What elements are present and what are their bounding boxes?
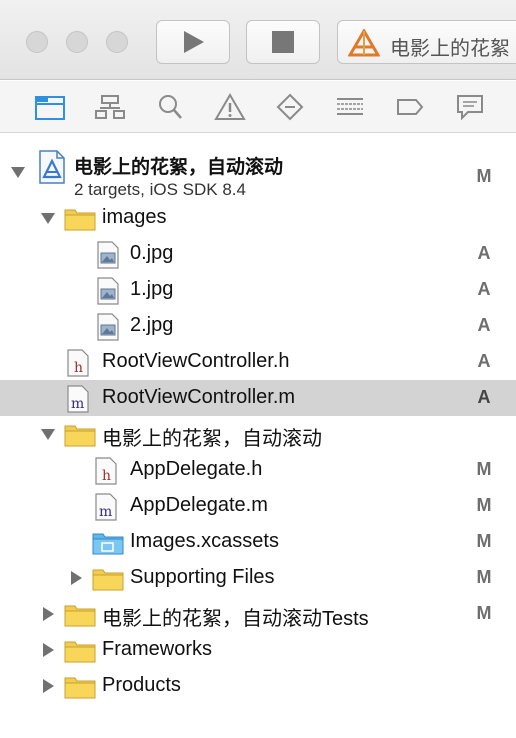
- app-target-icon: [348, 29, 380, 57]
- file-row-rootviewcontroller-h[interactable]: h RootViewController.h A: [0, 344, 516, 380]
- tree-item-label: Frameworks: [102, 638, 213, 660]
- tree-item-label: 1.jpg: [130, 278, 174, 300]
- zoom-window-button[interactable]: [106, 31, 128, 53]
- project-status-badge: M: [476, 166, 492, 186]
- tree-item-status: M: [476, 567, 492, 587]
- search-icon: [159, 95, 182, 119]
- gauge-lines-icon: [337, 98, 363, 115]
- tree-item-status: A: [477, 243, 491, 263]
- tree-item-label: AppDelegate.m: [130, 494, 268, 516]
- image-file-icon: [97, 277, 119, 305]
- folder-icon: [64, 425, 96, 447]
- svg-text:m: m: [71, 396, 84, 412]
- folder-icon: [92, 569, 124, 591]
- tree-item-label: 电影上的花絮，自动滚动: [102, 428, 322, 450]
- run-button[interactable]: [156, 20, 230, 64]
- warning-icon: [214, 93, 246, 120]
- file-row-2-jpg[interactable]: 2.jpg A: [0, 308, 516, 344]
- folder-icon: [64, 641, 96, 663]
- disclosure-collapsed-icon[interactable]: [40, 606, 56, 622]
- tree-item-label: RootViewController.m: [102, 386, 296, 408]
- symbol-navigator-tab[interactable]: [94, 93, 126, 121]
- project-root-row[interactable]: 电影上的花絮，自动滚动 2 targets, iOS SDK 8.4 M: [0, 142, 516, 202]
- tree-item-status: A: [477, 351, 491, 371]
- close-window-button[interactable]: [26, 31, 48, 53]
- folder-row-frameworks[interactable]: Frameworks: [0, 632, 516, 668]
- folder-navigator-icon: [35, 96, 65, 120]
- scheme-selector[interactable]: 电影上的花絮: [337, 20, 516, 64]
- folder-row-app-group[interactable]: 电影上的花絮，自动滚动: [0, 416, 516, 452]
- tree-item-label: Images.xcassets: [130, 530, 279, 552]
- folder-row-supporting-files[interactable]: Supporting Files M: [0, 560, 516, 596]
- svg-text:h: h: [74, 360, 83, 376]
- project-navigator-tab[interactable]: [34, 93, 66, 121]
- project-name: 电影上的花絮，自动滚动: [74, 157, 284, 178]
- tree-item-status: M: [476, 603, 492, 623]
- tree-item-label: Products: [102, 674, 181, 696]
- tree-item-label: RootViewController.h: [102, 350, 290, 372]
- tree-item-label: images: [102, 206, 167, 228]
- image-file-icon: [97, 313, 119, 341]
- image-file-icon: [97, 241, 119, 269]
- play-icon: [184, 31, 204, 53]
- minimize-window-button[interactable]: [66, 31, 88, 53]
- speech-bubble-icon: [457, 95, 483, 121]
- disclosure-collapsed-icon[interactable]: [40, 642, 56, 658]
- asset-catalog-icon: [92, 533, 124, 555]
- svg-text:m: m: [99, 504, 112, 520]
- tree-item-label: 0.jpg: [130, 242, 174, 264]
- disclosure-expanded-icon[interactable]: [40, 210, 56, 226]
- file-row-1-jpg[interactable]: 1.jpg A: [0, 272, 516, 308]
- scheme-label: 电影上的花絮: [390, 38, 510, 60]
- stop-icon: [272, 31, 294, 53]
- folder-row-tests-group[interactable]: 电影上的花絮，自动滚动Tests M: [0, 596, 516, 632]
- breakpoint-navigator-tab[interactable]: [394, 93, 426, 121]
- header-file-icon: h: [67, 349, 89, 377]
- xcode-project-icon: [39, 150, 65, 184]
- tree-item-status: A: [477, 279, 491, 299]
- project-subtitle: 2 targets, iOS SDK 8.4: [74, 180, 246, 199]
- report-navigator-tab[interactable]: [454, 93, 486, 121]
- file-row-0-jpg[interactable]: 0.jpg A: [0, 236, 516, 272]
- file-row-images-xcassets[interactable]: Images.xcassets M: [0, 524, 516, 560]
- implementation-file-icon: m: [95, 493, 117, 521]
- folder-icon: [64, 677, 96, 699]
- hierarchy-icon: [95, 95, 125, 119]
- tree-item-label: Supporting Files: [130, 566, 275, 588]
- disclosure-collapsed-icon[interactable]: [40, 678, 56, 694]
- disclosure-collapsed-icon[interactable]: [68, 570, 84, 586]
- window-toolbar: 电影上的花絮: [0, 0, 516, 80]
- tree-item-label: AppDelegate.h: [130, 458, 263, 480]
- disclosure-expanded-icon[interactable]: [40, 426, 56, 442]
- find-navigator-tab[interactable]: [154, 93, 186, 121]
- tree-item-label: 2.jpg: [130, 314, 174, 336]
- stop-button[interactable]: [246, 20, 320, 64]
- implementation-file-icon: m: [67, 385, 89, 413]
- diamond-icon: [276, 93, 304, 121]
- folder-row-images[interactable]: images: [0, 200, 516, 236]
- tree-item-status: A: [477, 315, 491, 335]
- tree-item-status: M: [476, 459, 492, 479]
- tree-item-status: M: [476, 531, 492, 551]
- tree-item-status: M: [476, 495, 492, 515]
- test-navigator-tab[interactable]: [274, 93, 306, 121]
- breakpoint-icon: [397, 99, 424, 115]
- folder-icon: [64, 209, 96, 231]
- disclosure-expanded-icon[interactable]: [10, 164, 26, 180]
- svg-text:h: h: [102, 468, 111, 484]
- tree-item-label: 电影上的花絮，自动滚动Tests: [102, 608, 369, 630]
- folder-row-products[interactable]: Products: [0, 668, 516, 704]
- folder-icon: [64, 605, 96, 627]
- file-row-appdelegate-h[interactable]: h AppDelegate.h M: [0, 452, 516, 488]
- navigator-selector-bar: [0, 81, 516, 133]
- header-file-icon: h: [95, 457, 117, 485]
- debug-navigator-tab[interactable]: [334, 93, 366, 121]
- issue-navigator-tab[interactable]: [214, 93, 246, 121]
- tree-item-status: A: [477, 387, 491, 407]
- file-row-rootviewcontroller-m[interactable]: m RootViewController.m A: [0, 380, 516, 416]
- file-row-appdelegate-m[interactable]: m AppDelegate.m M: [0, 488, 516, 524]
